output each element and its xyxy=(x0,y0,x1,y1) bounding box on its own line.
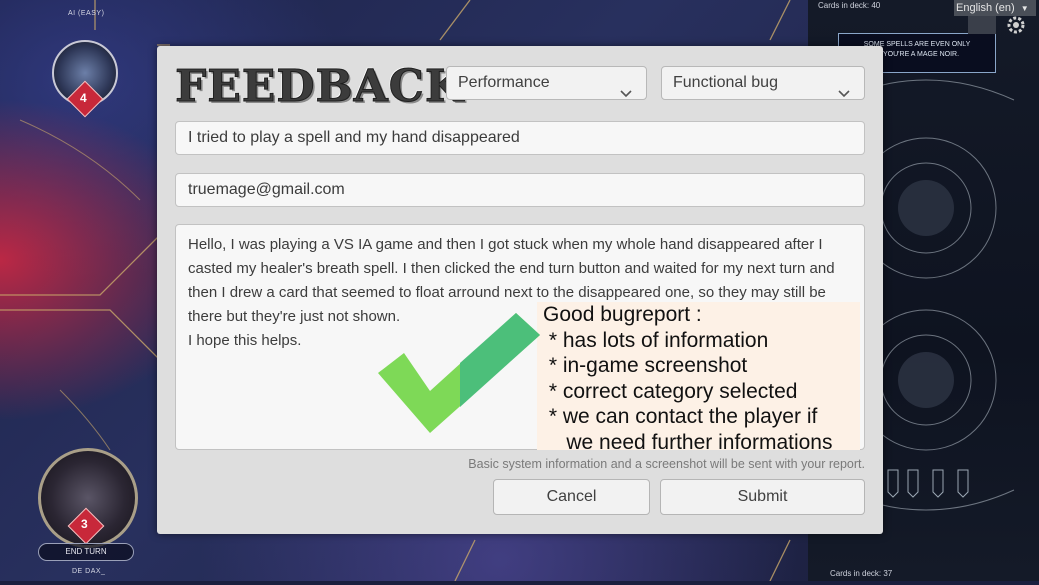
annotation-point: * correct category selected xyxy=(543,380,798,403)
player-deck-count: Cards in deck: 37 xyxy=(830,569,893,578)
gear-icon[interactable] xyxy=(1005,14,1027,36)
end-turn-button[interactable]: END TURN xyxy=(38,543,134,561)
annotation-callout: Good bugreport : * has lots of informati… xyxy=(537,302,860,454)
player-hp-value: 3 xyxy=(81,517,88,531)
feedback-dialog: FEEDBACK Performance Functional bug I tr… xyxy=(157,46,883,534)
checkmark-icon xyxy=(378,313,540,433)
category-select[interactable]: Performance xyxy=(446,66,647,100)
bug-type-select[interactable]: Functional bug xyxy=(661,66,865,100)
annotation-point: * in-game screenshot xyxy=(543,354,748,377)
cancel-button[interactable]: Cancel xyxy=(493,479,650,515)
annotation-point: * has lots of information xyxy=(543,329,769,352)
player-name: DE DAX_ xyxy=(72,568,106,575)
subject-input[interactable]: I tried to play a spell and my hand disa… xyxy=(175,121,865,155)
email-input[interactable]: truemage@gmail.com xyxy=(175,173,865,207)
opponent-hp-value: 4 xyxy=(80,91,87,105)
system-info-note: Basic system information and a screensho… xyxy=(468,457,865,471)
annotation-heading: Good bugreport : xyxy=(543,303,702,326)
annotation-point: we need further informations xyxy=(543,431,833,454)
category-select-value: Performance xyxy=(458,74,550,91)
bug-type-select-value: Functional bug xyxy=(673,74,778,91)
opponent-deck-count: Cards in deck: 40 xyxy=(818,1,881,10)
dialog-title: FEEDBACK xyxy=(174,61,465,113)
menu-button[interactable] xyxy=(968,16,996,34)
chevron-down-icon xyxy=(620,78,632,110)
opponent-name: AI (EASY) xyxy=(68,10,105,17)
language-select[interactable]: English (en) ▼ xyxy=(954,0,1036,16)
annotation-point: * we can contact the player if xyxy=(543,405,818,428)
language-select-value: English (en) xyxy=(956,2,1015,14)
chevron-down-icon xyxy=(838,78,850,110)
caret-down-icon: ▼ xyxy=(1020,4,1029,13)
submit-button[interactable]: Submit xyxy=(660,479,865,515)
